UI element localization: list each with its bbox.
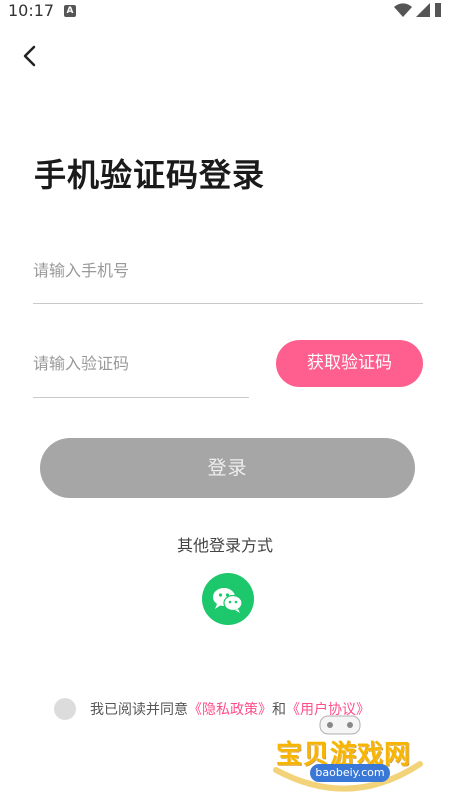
wechat-login-button[interactable] [202, 573, 254, 625]
watermark: 宝贝游戏网 baobeiy.com [270, 712, 430, 800]
phone-field[interactable] [33, 250, 423, 304]
privacy-policy-link[interactable]: 《隐私政策》 [188, 699, 272, 719]
watermark-url: baobeiy.com [310, 764, 390, 782]
notification-icon: A [64, 5, 76, 17]
status-bar: 10:17 A [0, 0, 450, 22]
wechat-icon [213, 588, 243, 613]
status-icons [394, 3, 442, 17]
code-field[interactable] [33, 343, 249, 398]
other-login-label: 其他登录方式 [176, 536, 273, 555]
battery-icon [435, 3, 441, 17]
signal-icon [416, 3, 430, 17]
code-input[interactable] [33, 343, 249, 383]
get-code-button[interactable]: 获取验证码 [276, 340, 423, 387]
status-time: 10:17 [8, 1, 55, 20]
back-button[interactable] [18, 42, 42, 70]
phone-input[interactable] [33, 250, 423, 290]
agreement-text: 我已阅读并同意 [90, 702, 188, 718]
page-title: 手机验证码登录 [34, 156, 266, 194]
login-button[interactable]: 登录 [40, 438, 415, 498]
wifi-icon [394, 3, 412, 17]
chevron-left-icon [23, 45, 36, 67]
agree-checkbox[interactable] [54, 698, 76, 720]
